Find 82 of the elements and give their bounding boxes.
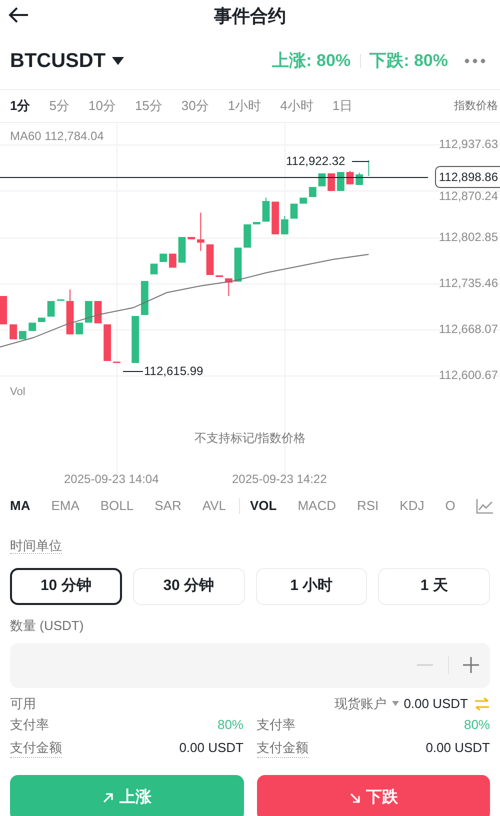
interval-tab[interactable]: 1分 <box>10 96 30 116</box>
candlestick <box>56 299 64 301</box>
candlestick <box>150 264 158 274</box>
payout-amount: 0.00 USDT <box>179 739 244 758</box>
candlestick <box>178 237 186 263</box>
arrow-up-right-icon <box>102 792 114 804</box>
indicator-tab[interactable]: MACD <box>298 496 336 516</box>
current-price-tag: 112,898.86 <box>434 166 500 188</box>
caret-down-icon <box>112 56 124 64</box>
duration-option[interactable]: 10 分钟 <box>10 568 122 605</box>
interval-tab[interactable]: 4小时 <box>280 96 314 116</box>
low-price-label: 112,615.99 <box>144 364 204 378</box>
price-source-toggle[interactable]: 指数价格 <box>454 98 498 114</box>
payout-rate-label: 支付率 <box>10 716 49 734</box>
transfer-icon[interactable] <box>474 696 490 710</box>
down-payout-rate: 下跌: 80% <box>370 50 448 72</box>
candlestick <box>206 244 214 275</box>
candlestick <box>290 204 298 219</box>
candlestick <box>318 173 326 186</box>
page-title: 事件合约 <box>214 4 286 28</box>
price-axis-label: 112,668.07 <box>438 322 498 336</box>
payout-rate: 80% <box>217 716 244 734</box>
high-price-label: 112,922.32 <box>286 154 346 168</box>
payout-rate-label: 支付率 <box>256 716 296 734</box>
leader-line <box>123 371 143 372</box>
price-axis-label: 112,870.24 <box>438 189 498 203</box>
candlestick <box>47 301 55 317</box>
available-balance: 0.00 USDT <box>404 694 468 713</box>
candlestick <box>262 197 270 222</box>
quantity-label: 数量 (USDT) <box>10 617 85 635</box>
duration-option[interactable]: 1 小时 <box>256 568 368 605</box>
candlestick <box>346 170 354 185</box>
indicator-tab[interactable]: O <box>445 496 456 516</box>
leader-line <box>352 161 369 162</box>
interval-tab[interactable]: 1日 <box>332 96 353 116</box>
time-unit-label: 时间单位 <box>10 538 62 554</box>
payout-amount-label: 支付金额 <box>256 738 308 758</box>
candlestick <box>368 160 370 176</box>
quantity-input[interactable] <box>10 642 490 688</box>
indicator-tab[interactable]: SAR <box>154 496 182 516</box>
payout-amount: 0.00 USDT <box>426 739 490 758</box>
time-axis-label: 2025-09-23 14:22 <box>232 471 327 488</box>
indicator-tab[interactable]: BOLL <box>100 496 134 516</box>
indicator-tab[interactable]: RSI <box>357 496 379 516</box>
duration-option[interactable]: 1 天 <box>378 568 490 605</box>
account-selector[interactable]: 现货账户 <box>334 694 399 714</box>
price-axis-label: 112,735.46 <box>438 276 498 290</box>
indicator-tab[interactable]: MA <box>10 496 30 516</box>
price-axis-label: 112,937.63 <box>438 137 498 151</box>
interval-tab[interactable]: 5分 <box>49 96 70 116</box>
caret-down-icon <box>392 701 399 706</box>
time-axis-label: 2025-09-23 14:04 <box>64 471 159 488</box>
chart-notice: 不支持标记/指数价格 <box>193 430 307 447</box>
indicator-tab[interactable]: KDJ <box>400 496 424 516</box>
candlestick <box>0 296 8 324</box>
ma-label: MA60 112,784.04 <box>10 128 104 145</box>
candlestick <box>356 172 364 186</box>
more-icon[interactable] <box>464 58 486 64</box>
up-payout-rate: 上涨: 80% <box>272 50 351 72</box>
plus-icon[interactable] <box>462 656 480 674</box>
candlestick <box>66 288 74 335</box>
back-icon[interactable] <box>8 6 30 24</box>
interval-tab[interactable]: 15分 <box>134 96 162 116</box>
payout-rate: 80% <box>464 716 490 734</box>
candlestick <box>94 301 102 324</box>
price-axis-label: 112,600.67 <box>438 368 498 382</box>
up-button[interactable]: 上涨 <box>10 774 244 816</box>
available-label: 可用 <box>10 694 36 713</box>
duration-option[interactable]: 30 分钟 <box>132 568 244 605</box>
volume-label: Vol <box>10 385 26 400</box>
indicator-tab[interactable]: EMA <box>51 496 80 516</box>
indicator-tab[interactable]: AVL <box>202 496 226 516</box>
down-button[interactable]: 下跌 <box>256 774 490 816</box>
indicator-tab[interactable]: VOL <box>250 496 277 516</box>
interval-tab[interactable]: 30分 <box>181 96 209 116</box>
payout-amount-label: 支付金额 <box>10 738 62 758</box>
interval-tab[interactable]: 1小时 <box>228 96 262 116</box>
candlestick <box>234 248 242 282</box>
price-axis-label: 112,802.85 <box>438 230 498 244</box>
symbol-selector[interactable]: BTCUSDT <box>10 46 124 76</box>
interval-tab[interactable]: 10分 <box>88 96 116 116</box>
arrow-down-right-icon <box>348 792 361 804</box>
